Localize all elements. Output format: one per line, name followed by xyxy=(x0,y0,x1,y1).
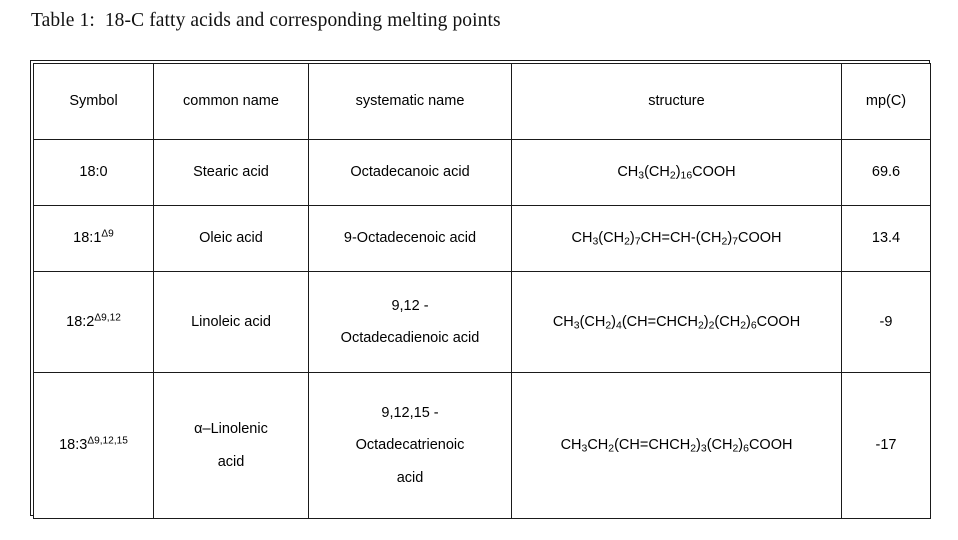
chemical-formula: CH3(CH2)7CH=CH-(CH2)7COOH xyxy=(571,230,782,248)
cell-common-name: Linoleic acid xyxy=(154,272,309,373)
cell-common-name: Stearic acid xyxy=(154,140,309,206)
symbol-superscript: Δ9,12,15 xyxy=(87,435,128,447)
cell-line: Octadecatrienoic xyxy=(355,437,465,454)
cell-line: 9,12,15 - xyxy=(381,404,439,421)
cell-melting-point: -9 xyxy=(842,272,930,373)
cell-systematic-name: 9-Octadecenoic acid xyxy=(309,206,512,272)
header-common-name: common name xyxy=(154,64,309,140)
cell-line: acid xyxy=(396,469,424,486)
header-systematic-name: systematic name xyxy=(309,64,512,140)
cell-melting-point: 13.4 xyxy=(842,206,930,272)
table-caption: Table 1: 18-C fatty acids and correspond… xyxy=(31,10,501,31)
cell-symbol: 18:3Δ9,12,15 xyxy=(34,373,154,518)
formula-subscript: 16 xyxy=(680,170,693,182)
cell-systematic-name: 9,12,15 - Octadecatrienoic acid xyxy=(309,373,512,518)
formula-subscript: 6 xyxy=(743,443,749,455)
formula-subscript: 2 xyxy=(697,320,704,332)
formula-subscript: 2 xyxy=(708,320,715,332)
formula-subscript: 3 xyxy=(581,443,588,455)
formula-subscript: 2 xyxy=(624,236,630,248)
formula-subscript: 2 xyxy=(740,320,747,332)
document-page: Table 1: 18-C fatty acids and correspond… xyxy=(0,0,958,540)
table-row: 18:0 Stearic acid Octadecanoic acid CH3(CH2… xyxy=(34,140,930,206)
formula-subscript: 2 xyxy=(669,170,676,182)
symbol-superscript: Δ9 xyxy=(101,228,114,240)
table-row: 18:3Δ9,12,15 α–Linolenic acid 9,12,15 - Octa… xyxy=(34,373,930,518)
table-row: 18:2Δ9,12 Linoleic acid 9,12 - Octadecadien… xyxy=(34,272,930,373)
formula-subscript: 6 xyxy=(750,320,757,332)
formula-subscript: 7 xyxy=(634,236,641,248)
cell-systematic-name: 9,12 - Octadecadienoic acid xyxy=(309,272,512,373)
formula-subscript: 7 xyxy=(732,236,738,248)
cell-melting-point: -17 xyxy=(842,373,930,518)
cell-structure: CH3(CH2)7CH=CH-(CH2)7COOH xyxy=(512,206,842,272)
formula-subscript: 4 xyxy=(616,320,622,332)
cell-line: acid xyxy=(217,453,245,470)
cell-line: Octadecadienoic acid xyxy=(340,330,480,346)
formula-subscript: 2 xyxy=(608,443,615,455)
table-row: 18:1Δ9 Oleic acid 9-Octadecenoic acid CH3(C… xyxy=(34,206,930,272)
formula-subscript: 2 xyxy=(690,443,697,455)
formula-subscript: 3 xyxy=(573,320,580,332)
cell-symbol: 18:1Δ9 xyxy=(34,206,154,272)
chemical-formula: CH3CH2(CH=CHCH2)3(CH2)6COOH xyxy=(560,437,793,455)
formula-subscript: 3 xyxy=(638,170,645,182)
formula-subscript: 3 xyxy=(592,236,599,248)
formula-subscript: 2 xyxy=(732,443,739,455)
cell-symbol: 18:0 xyxy=(34,140,154,206)
header-structure: structure xyxy=(512,64,842,140)
cell-common-name: α–Linolenic acid xyxy=(154,373,309,518)
cell-line: α–Linolenic xyxy=(194,421,268,437)
formula-subscript: 2 xyxy=(721,236,728,248)
cell-structure: CH3(CH2)4(CH=CHCH2)2(CH2)6COOH xyxy=(512,272,842,373)
chemical-formula: CH3(CH2)4(CH=CHCH2)2(CH2)6COOH xyxy=(552,313,801,332)
cell-melting-point: 69.6 xyxy=(842,140,930,206)
cell-common-name: Oleic acid xyxy=(154,206,309,272)
cell-symbol: 18:2Δ9,12 xyxy=(34,272,154,373)
cell-structure: CH3(CH2)16COOH xyxy=(512,140,842,206)
fatty-acids-table: Symbol common name systematic name structur… xyxy=(33,63,931,519)
header-mp: mp(C) xyxy=(842,64,930,140)
cell-structure: CH3CH2(CH=CHCH2)3(CH2)6COOH xyxy=(512,373,842,518)
table-header-row: Symbol common name systematic name structur… xyxy=(34,64,930,140)
formula-subscript: 3 xyxy=(700,443,707,455)
chemical-formula: CH3(CH2)16COOH xyxy=(617,164,736,182)
header-symbol: Symbol xyxy=(34,64,154,140)
symbol-superscript: Δ9,12 xyxy=(94,312,121,324)
cell-systematic-name: Octadecanoic acid xyxy=(309,140,512,206)
table-outer-frame: Symbol common name systematic name structur… xyxy=(30,60,931,519)
cell-line: 9,12 - xyxy=(391,297,429,314)
formula-subscript: 2 xyxy=(605,320,612,332)
